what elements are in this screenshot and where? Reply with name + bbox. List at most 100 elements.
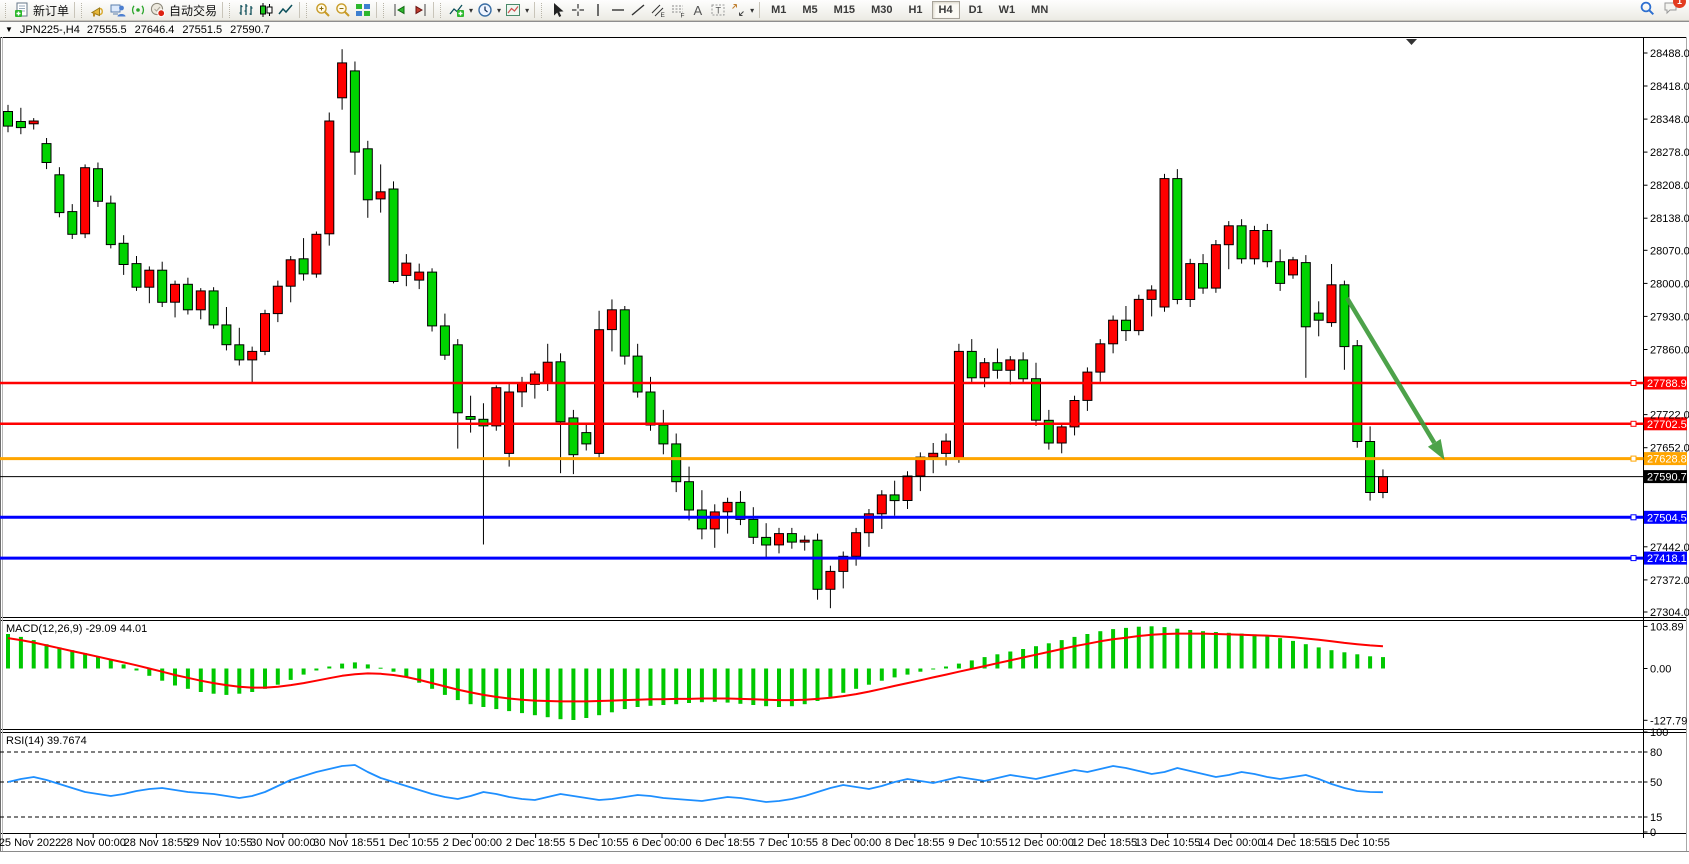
macd-histogram-bar <box>713 669 717 702</box>
chart-menu-icon[interactable]: ▼ <box>5 26 13 34</box>
bull-candle <box>543 362 552 383</box>
crosshair-button[interactable] <box>568 1 588 20</box>
chart-symbol-period: JPN225-,H4 <box>20 24 80 36</box>
bear-candle <box>1122 320 1131 330</box>
toolbar-grip <box>229 3 233 18</box>
macd-histogram-bar <box>481 669 485 708</box>
hline-handle[interactable] <box>1631 456 1636 461</box>
bull-candle <box>1083 372 1092 400</box>
toolbar-grip <box>383 3 387 18</box>
timeframe-button-W1[interactable]: W1 <box>992 1 1023 19</box>
bear-candle <box>1032 379 1041 421</box>
chevron-down-icon[interactable]: ▾ <box>525 6 529 15</box>
toolbar-grip <box>440 3 444 18</box>
timeframe-button-H1[interactable]: H1 <box>901 1 929 19</box>
price-axis-label: 27304.0 <box>1650 607 1689 619</box>
new-chart-button[interactable]: ▾ <box>447 1 475 20</box>
web-terminal-button[interactable] <box>108 1 128 20</box>
candlestick-chart-button[interactable] <box>256 1 276 20</box>
macd-histogram-bar <box>379 668 383 669</box>
new-order-label: 新订单 <box>33 2 69 19</box>
bear-candle <box>1314 313 1323 320</box>
price-tag-label: 27418.1 <box>1647 553 1687 565</box>
macd-histogram-bar <box>1047 643 1051 668</box>
bar-chart-button[interactable] <box>236 1 256 20</box>
bull-candle <box>877 495 886 514</box>
chevron-down-icon[interactable]: ▾ <box>469 6 473 15</box>
bear-candle <box>4 112 13 127</box>
time-axis-label: 30 Nov 00:00 <box>250 837 315 849</box>
bull-candle <box>775 534 784 545</box>
hline-handle[interactable] <box>1631 556 1636 561</box>
arrows-button[interactable]: ▾ <box>728 1 756 20</box>
timeframe-button-M5[interactable]: M5 <box>795 1 824 19</box>
bull-candle <box>286 260 295 286</box>
signals-button[interactable] <box>128 1 148 20</box>
macd-histogram-bar <box>777 669 781 708</box>
fibonacci-icon: F <box>670 2 686 18</box>
news-button[interactable] <box>88 1 108 20</box>
bear-candle <box>1019 360 1028 379</box>
bull-candle <box>415 272 424 280</box>
bull-candle <box>1160 179 1169 307</box>
text-label-button[interactable]: T <box>708 1 728 20</box>
line-chart-button[interactable] <box>276 1 296 20</box>
horizontal-line-button[interactable] <box>608 1 628 20</box>
macd-histogram-bar <box>687 669 691 704</box>
bear-candle <box>556 362 565 422</box>
trendline-button[interactable] <box>628 1 648 20</box>
text-button[interactable]: A <box>688 1 708 20</box>
bear-candle <box>993 363 1002 371</box>
bear-candle <box>1263 231 1272 262</box>
bear-candle <box>453 345 462 413</box>
macd-histogram-bar <box>995 654 999 668</box>
bear-candle <box>94 169 103 202</box>
macd-histogram-bar <box>1253 634 1257 668</box>
chart-area[interactable]: 27788.927702.527628.827590.727504.527418… <box>0 37 1689 859</box>
search-button[interactable] <box>1639 0 1655 21</box>
vertical-line-button[interactable] <box>588 1 608 20</box>
auto-trading-button[interactable]: 自动交易 <box>148 1 219 20</box>
time-axis-label: 6 Dec 00:00 <box>632 837 691 849</box>
bull-candle <box>1096 344 1105 372</box>
equidistant-channel-button[interactable]: E <box>648 1 668 20</box>
time-axis-label: 12 Dec 00:00 <box>1008 837 1073 849</box>
notifications-button[interactable]: 1 <box>1663 0 1679 21</box>
auto-scroll-button[interactable] <box>390 1 410 20</box>
macd-histogram-bar <box>623 669 627 710</box>
macd-histogram-bar <box>584 669 588 719</box>
periods-button[interactable]: ▾ <box>475 1 503 20</box>
new-order-button[interactable]: 新订单 <box>12 1 71 20</box>
timeframe-button-M30[interactable]: M30 <box>864 1 899 19</box>
zoom-out-button[interactable] <box>333 1 353 20</box>
templates-button[interactable]: ▾ <box>503 1 531 20</box>
timeframe-button-D1[interactable]: D1 <box>962 1 990 19</box>
timeframe-button-M15[interactable]: M15 <box>827 1 862 19</box>
chevron-down-icon[interactable]: ▾ <box>497 6 501 15</box>
chart-canvas[interactable]: 27788.927702.527628.827590.727504.527418… <box>0 37 1689 859</box>
chart-shift-marker-icon[interactable] <box>1406 39 1417 45</box>
timeframe-button-M1[interactable]: M1 <box>764 1 793 19</box>
macd-histogram-bar <box>1265 636 1269 669</box>
bull-candle <box>1224 226 1233 245</box>
zoom-in-button[interactable] <box>313 1 333 20</box>
hline-handle[interactable] <box>1631 381 1636 386</box>
hline-handle[interactable] <box>1631 421 1636 426</box>
chart-shift-button[interactable] <box>410 1 430 20</box>
macd-histogram-bar <box>443 669 447 695</box>
timeframe-button-MN[interactable]: MN <box>1024 1 1055 19</box>
bull-candle <box>929 453 938 457</box>
tile-windows-icon <box>355 2 371 18</box>
hline-handle[interactable] <box>1631 515 1636 520</box>
chevron-down-icon[interactable]: ▾ <box>750 6 754 15</box>
macd-histogram-bar <box>135 669 139 671</box>
price-axis-label: 28070.0 <box>1650 245 1689 257</box>
bear-candle <box>440 326 449 355</box>
bear-candle <box>646 392 655 425</box>
price-axis-label: 27652.0 <box>1650 443 1689 455</box>
macd-histogram-bar <box>507 669 511 712</box>
tile-windows-button[interactable] <box>353 1 373 20</box>
cursor-button[interactable] <box>548 1 568 20</box>
timeframe-button-H4[interactable]: H4 <box>932 1 960 19</box>
fibonacci-button[interactable]: F <box>668 1 688 20</box>
